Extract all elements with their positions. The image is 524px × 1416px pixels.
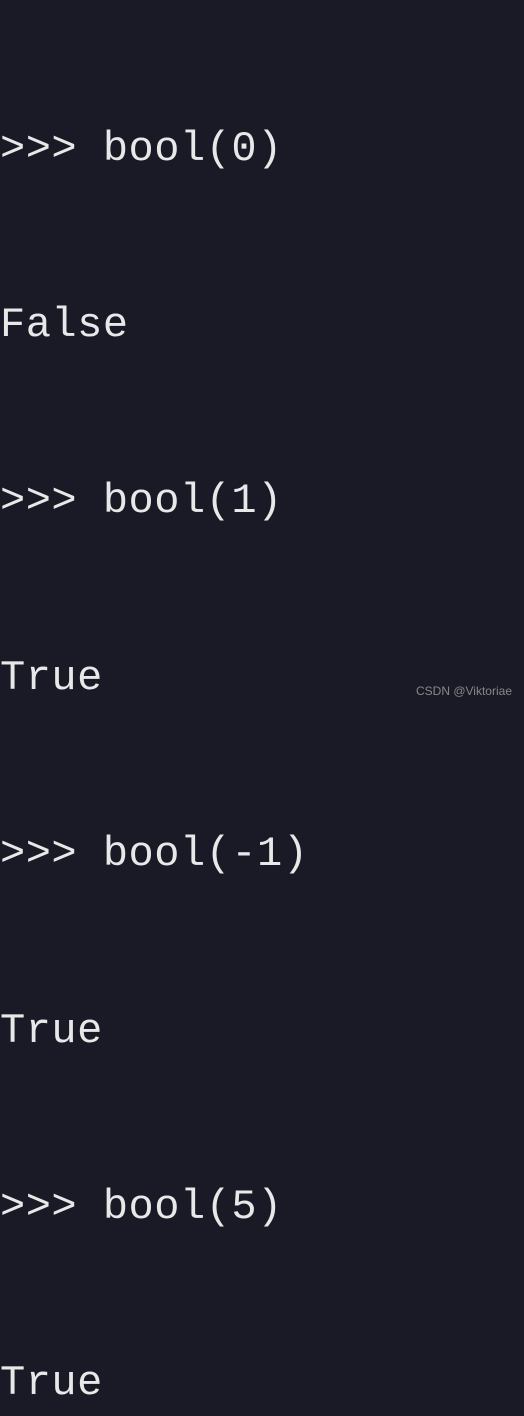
repl-prompt: >>>	[0, 830, 103, 878]
repl-output: True	[0, 1359, 103, 1407]
repl-output: True	[0, 654, 103, 702]
repl-output: False	[0, 301, 129, 349]
repl-prompt: >>>	[0, 477, 103, 525]
repl-input-line: >>> bool(-1)	[0, 825, 524, 884]
repl-input: bool(1)	[103, 477, 283, 525]
repl-input: bool(5)	[103, 1183, 283, 1231]
repl-prompt: >>>	[0, 125, 103, 173]
python-repl-terminal[interactable]: >>> bool(0) False >>> bool(1) True >>> b…	[0, 2, 524, 1416]
repl-output: True	[0, 1007, 103, 1055]
repl-input-line: >>> bool(0)	[0, 120, 524, 179]
repl-output-line: True	[0, 1354, 524, 1413]
repl-input: bool(0)	[103, 125, 283, 173]
repl-input: bool(-1)	[103, 830, 309, 878]
repl-input-line: >>> bool(5)	[0, 1178, 524, 1237]
watermark-text: CSDN @Viktoriae	[416, 683, 512, 700]
repl-output-line: True	[0, 1002, 524, 1061]
repl-input-line: >>> bool(1)	[0, 472, 524, 531]
repl-output-line: False	[0, 296, 524, 355]
repl-prompt: >>>	[0, 1183, 103, 1231]
